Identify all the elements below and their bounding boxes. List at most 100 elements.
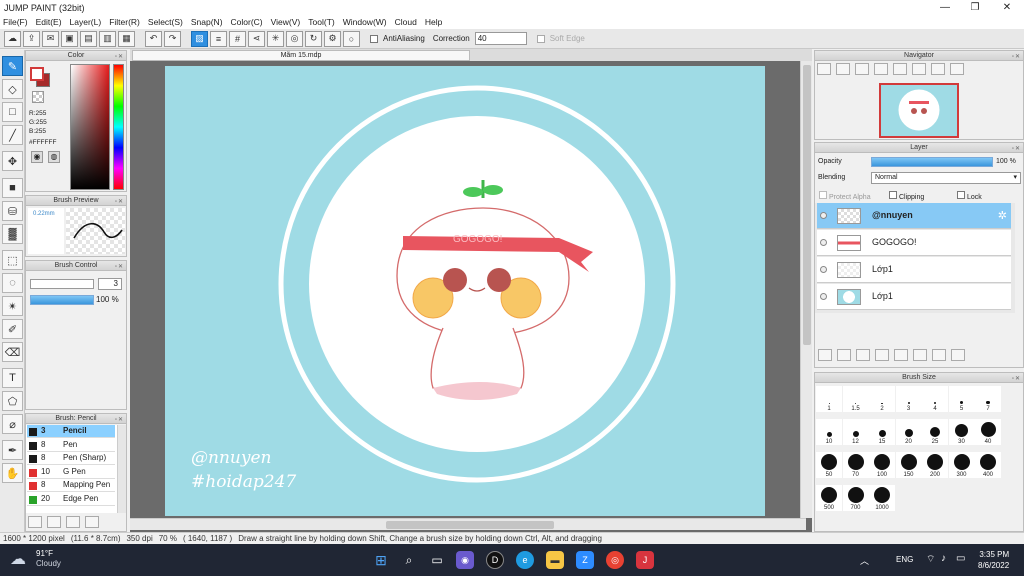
menu-select[interactable]: Select(S) <box>148 17 183 27</box>
zoom-out-icon[interactable] <box>874 63 888 75</box>
brush-list-item[interactable]: 8 Pen <box>27 438 115 452</box>
grid-icon[interactable]: ▦ <box>118 30 135 47</box>
chrome-icon[interactable]: ◎ <box>606 551 624 569</box>
rotate-right-icon[interactable] <box>931 63 945 75</box>
brush-size-cell[interactable]: 30 <box>948 419 975 445</box>
menu-tool[interactable]: Tool(T) <box>308 17 334 27</box>
minimize-button[interactable]: — <box>930 0 960 15</box>
bucket-tool-icon[interactable]: ⛁ <box>2 201 23 221</box>
menu-layer[interactable]: Layer(L) <box>70 17 102 27</box>
rotate-reset-icon[interactable] <box>912 63 926 75</box>
layer-row[interactable]: @nnuyen ✲ <box>817 203 1011 229</box>
menu-color[interactable]: Color(C) <box>231 17 263 27</box>
copy-layer-icon[interactable] <box>913 349 927 361</box>
soft-edge-checkbox[interactable] <box>536 34 545 43</box>
brush-size-cell[interactable]: 70 <box>842 452 869 478</box>
weather-widget[interactable]: 91°F Cloudy <box>36 549 61 569</box>
hand-tool-icon[interactable]: ✋ <box>2 463 23 483</box>
layer-row[interactable]: Lớp1 <box>817 257 1011 283</box>
brush-copy-icon[interactable] <box>66 516 80 528</box>
new-halftone-layer-icon[interactable] <box>837 349 851 361</box>
show-hidden-icons[interactable]: ︿ <box>860 554 869 567</box>
menu-snap[interactable]: Snap(N) <box>191 17 223 27</box>
antialiasing-checkbox[interactable] <box>370 34 378 43</box>
brush-size-field[interactable]: 3 <box>98 278 122 290</box>
clock[interactable]: 3:35 PM 8/6/2022 <box>978 549 1009 571</box>
lock-option[interactable]: Lock <box>957 191 982 201</box>
dell-icon[interactable]: D <box>486 551 504 569</box>
menu-file[interactable]: File(F) <box>3 17 28 27</box>
canvas[interactable]: GOGOGO! @nnuyen #hoidap247 <box>165 66 765 516</box>
transparent-color-icon[interactable] <box>32 91 44 103</box>
brush-size-cell[interactable]: 100 <box>869 452 895 478</box>
pencil-tool-icon[interactable]: ✎ <box>2 56 23 76</box>
brush-size-cell[interactable]: 1000 <box>869 485 895 511</box>
restore-button[interactable]: ❐ <box>960 0 990 15</box>
rotate-left-icon[interactable] <box>893 63 907 75</box>
brush-size-cell[interactable]: 5 <box>948 386 975 412</box>
brush-size-cell[interactable]: 500 <box>816 485 842 511</box>
delete-layer-icon[interactable] <box>951 349 965 361</box>
select-rect-tool-icon[interactable]: ⬚ <box>2 250 23 270</box>
color-wheel-icon[interactable]: ◍ <box>48 151 60 163</box>
horizontal-scroll-thumb[interactable] <box>386 521 554 529</box>
brush-list-item[interactable]: 8 Mapping Pen <box>27 479 115 492</box>
new-8bit-layer-icon[interactable] <box>856 349 870 361</box>
brush-list-item[interactable]: 8 Pen (Sharp) <box>27 452 115 465</box>
foreground-color-front[interactable] <box>30 67 44 81</box>
volume-icon[interactable]: ♪ <box>941 553 946 564</box>
brush-list-scrollbar[interactable] <box>117 425 126 513</box>
comment-icon[interactable]: ✉ <box>42 30 59 47</box>
brush-size-cell[interactable]: 20 <box>895 419 922 445</box>
text-tool-icon[interactable]: T <box>2 368 23 388</box>
zoom-in-icon[interactable] <box>836 63 850 75</box>
export-icon[interactable]: ⇪ <box>23 30 40 47</box>
brush-size-cell[interactable]: 12 <box>842 419 869 445</box>
redo-icon[interactable]: ↷ <box>164 30 181 47</box>
new-folder-icon[interactable] <box>894 349 908 361</box>
zoom-fit-icon[interactable] <box>855 63 869 75</box>
palette-icon[interactable]: ◉ <box>31 151 43 163</box>
brush-size-cell[interactable]: 3 <box>895 386 922 412</box>
layer-settings-icon[interactable]: ✲ <box>998 209 1007 222</box>
layer-visibility-icon[interactable] <box>820 266 827 273</box>
jump-paint-icon[interactable]: J <box>636 551 654 569</box>
protect-alpha-option[interactable]: Protect Alpha <box>819 191 871 201</box>
merge-layer-icon[interactable] <box>932 349 946 361</box>
document-icon[interactable]: ▥ <box>99 30 116 47</box>
layer-visibility-icon[interactable] <box>820 239 827 246</box>
snap-settings-icon[interactable]: ⚙ <box>324 30 341 47</box>
snap-grid-icon[interactable]: # <box>229 30 246 47</box>
search-icon[interactable]: ⌕ <box>400 551 418 569</box>
brush-size-cell[interactable]: 40 <box>975 419 1001 445</box>
snap-parallel-icon[interactable]: ≡ <box>210 30 227 47</box>
battery-icon[interactable]: ▭ <box>956 553 965 564</box>
brush-opacity-slider[interactable] <box>30 295 94 305</box>
menu-window[interactable]: Window(W) <box>343 17 387 27</box>
menu-help[interactable]: Help <box>425 17 442 27</box>
brush-size-cell[interactable]: 25 <box>922 419 948 445</box>
snap-off-icon[interactable]: ▨ <box>191 30 208 47</box>
select-pen-tool-icon[interactable]: ✐ <box>2 319 23 339</box>
menu-filter[interactable]: Filter(R) <box>109 17 140 27</box>
save-icon[interactable]: ▣ <box>61 30 78 47</box>
language-indicator[interactable]: ENG <box>896 555 913 564</box>
menu-edit[interactable]: Edit(E) <box>36 17 62 27</box>
brush-size-cell[interactable]: 10 <box>816 419 842 445</box>
layer-visibility-icon[interactable] <box>820 293 827 300</box>
brush-size-cell[interactable]: 300 <box>948 452 975 478</box>
snap-curve-icon[interactable]: ↻ <box>305 30 322 47</box>
task-view-icon[interactable]: ▭ <box>428 551 446 569</box>
vertical-scrollbar[interactable] <box>800 61 812 518</box>
snap-vanish-icon[interactable]: ⋖ <box>248 30 265 47</box>
snap-circle-icon[interactable]: ◎ <box>286 30 303 47</box>
blending-select[interactable]: Normal ▾ <box>871 172 1021 184</box>
brush-size-cell[interactable]: 700 <box>842 485 869 511</box>
new-layer-icon[interactable] <box>818 349 832 361</box>
hue-slider[interactable] <box>113 64 124 190</box>
brush-delete-icon[interactable] <box>85 516 99 528</box>
zalo-icon[interactable]: Z <box>576 551 594 569</box>
page-icon[interactable]: ▤ <box>80 30 97 47</box>
operation-tool-icon[interactable]: ⬠ <box>2 391 23 411</box>
start-icon[interactable]: ⊞ <box>372 551 390 569</box>
